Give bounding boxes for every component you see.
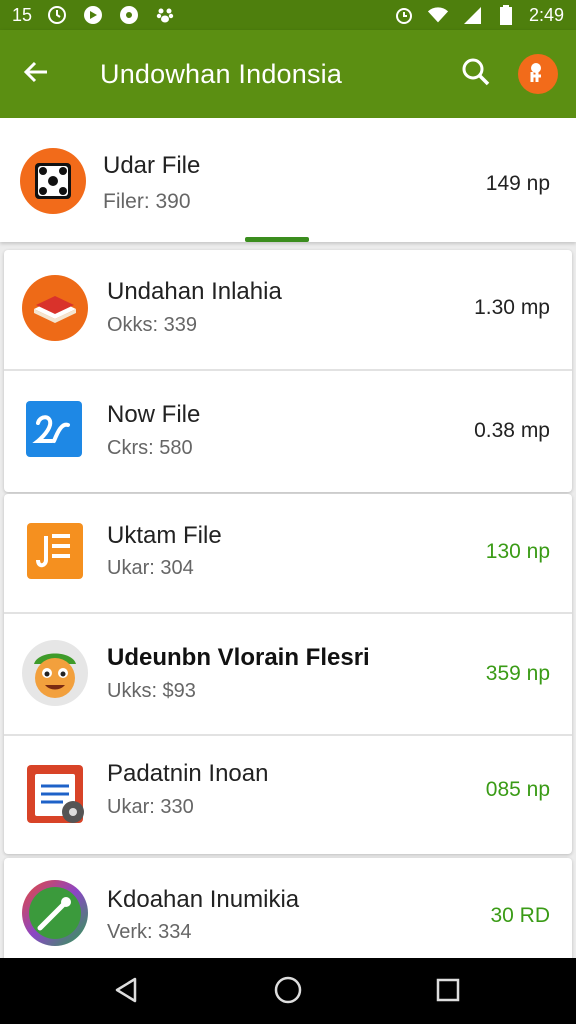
nav-home-icon bbox=[273, 975, 303, 1010]
list-item[interactable]: Now File Ckrs: 580 0.38 mp bbox=[4, 371, 572, 491]
clock-icon bbox=[46, 4, 68, 26]
list-item-size: 130 np bbox=[485, 540, 550, 563]
arrow-left-icon bbox=[22, 58, 50, 91]
status-time: 2:49 bbox=[528, 4, 564, 25]
account-badge-icon bbox=[525, 59, 551, 90]
app-toolbar: Undowhan Indonsia bbox=[0, 30, 576, 118]
book-icon bbox=[22, 275, 88, 341]
nav-recents-button[interactable] bbox=[428, 972, 468, 1012]
list-item-title: Now File bbox=[107, 401, 201, 428]
nav-home-button[interactable] bbox=[268, 972, 308, 1012]
wifi-icon bbox=[427, 4, 449, 26]
status-left-text: 15 bbox=[12, 4, 33, 25]
list-item-subtitle: Ckrs: 580 bbox=[107, 437, 193, 459]
list-item-size: 085 np bbox=[485, 778, 550, 801]
system-nav-bar bbox=[0, 958, 576, 1024]
media-icon bbox=[118, 4, 140, 26]
signature-icon bbox=[24, 399, 84, 459]
cartoon-face-icon bbox=[22, 640, 88, 706]
list-item[interactable]: Padatnin Inoan Ukar: 330 085 np bbox=[4, 736, 572, 856]
list-item[interactable]: Udeunbn Vlorain Flesri Ukks: $93 359 np bbox=[4, 614, 572, 734]
nav-back-icon bbox=[113, 976, 139, 1009]
list-item-size: 359 np bbox=[485, 662, 550, 685]
search-button[interactable] bbox=[454, 52, 498, 96]
file-card-1: Undahan Inlahia Okks: 339 1.30 mp Now Fi… bbox=[4, 250, 572, 492]
status-bar: 15 2:49 bbox=[0, 0, 576, 30]
page-title: Undowhan Indonsia bbox=[100, 58, 343, 89]
back-button[interactable] bbox=[0, 30, 72, 118]
message-icon bbox=[82, 4, 104, 26]
list-item[interactable]: Undahan Inlahia Okks: 339 1.30 mp bbox=[4, 250, 572, 370]
search-icon bbox=[461, 57, 491, 92]
file-card-3: Kdoahan Inumikia Verk: 334 30 RD bbox=[4, 858, 572, 968]
list-item-subtitle: Ukar: 304 bbox=[107, 557, 194, 579]
pen-icon bbox=[22, 880, 88, 946]
header-subtitle: Filer: 390 bbox=[103, 190, 191, 213]
list-item-subtitle: Okks: 339 bbox=[107, 314, 198, 336]
list-item-subtitle: Ukar: 330 bbox=[107, 796, 194, 818]
battery-icon bbox=[495, 4, 517, 26]
list-item-size: 30 RD bbox=[490, 904, 550, 927]
tab-indicator bbox=[245, 237, 309, 242]
list-item[interactable]: Uktam File Ukar: 304 130 np bbox=[4, 494, 572, 614]
header-file-card[interactable]: Udar File Filer: 390 149 np bbox=[0, 118, 576, 242]
list-item-size: 0.38 mp bbox=[474, 419, 550, 442]
list-item-title: Padatnin Inoan bbox=[107, 760, 269, 787]
list-item-subtitle: Verk: 334 bbox=[107, 921, 192, 943]
calendar-icon bbox=[26, 764, 86, 826]
file-card-2: Uktam File Ukar: 304 130 np Udeunbn Vlor… bbox=[4, 494, 572, 854]
paw-icon bbox=[154, 4, 176, 26]
nav-back-button[interactable] bbox=[106, 972, 146, 1012]
list-item[interactable]: Kdoahan Inumikia Verk: 334 30 RD bbox=[4, 858, 572, 958]
list-item-size: 1.30 mp bbox=[474, 296, 550, 319]
list-item-subtitle: Ukks: $93 bbox=[107, 680, 196, 702]
list-item-title: Udeunbn Vlorain Flesri bbox=[107, 644, 370, 671]
header-title: Udar File bbox=[103, 152, 201, 179]
dice-icon bbox=[20, 148, 86, 214]
account-button[interactable] bbox=[518, 54, 558, 94]
signal-icon bbox=[461, 4, 483, 26]
list-item-title: Uktam File bbox=[107, 522, 222, 549]
document-icon bbox=[26, 522, 84, 580]
header-size: 149 np bbox=[485, 172, 550, 195]
alarm-icon bbox=[393, 4, 415, 26]
nav-recents-icon bbox=[435, 977, 461, 1008]
list-item-title: Undahan Inlahia bbox=[107, 278, 282, 305]
list-item-title: Kdoahan Inumikia bbox=[107, 886, 300, 913]
